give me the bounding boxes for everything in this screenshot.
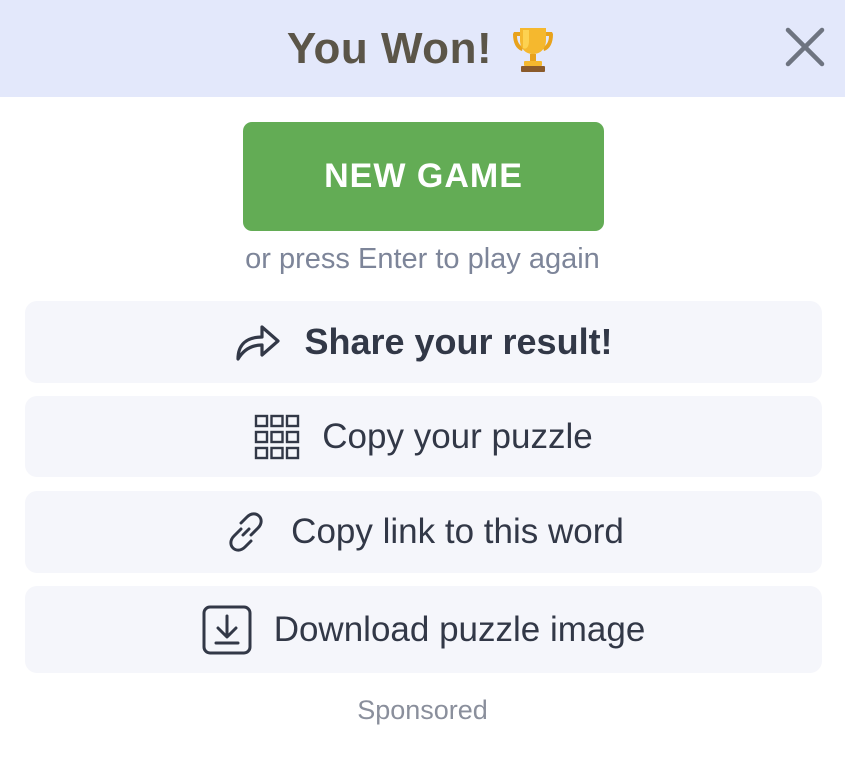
close-icon[interactable] (783, 25, 827, 69)
sponsored-label: Sponsored (357, 695, 488, 725)
copy-link-label: Copy link to this word (291, 512, 624, 551)
win-modal: You Won! NEW GAME or press Enter to play… (0, 0, 845, 770)
new-game-button[interactable]: NEW GAME (243, 122, 604, 231)
modal-header: You Won! (0, 0, 845, 97)
share-arrow-icon (236, 325, 281, 361)
download-image-button[interactable]: Download puzzle image (25, 586, 822, 673)
link-icon (229, 512, 263, 552)
share-result-button[interactable]: Share your result! (25, 301, 822, 383)
download-icon (202, 605, 252, 654)
copy-puzzle-label: Copy your puzzle (322, 416, 593, 456)
modal-title: You Won! (287, 24, 558, 74)
play-again-hint: or press Enter to play again (245, 243, 600, 275)
trophy-icon (513, 27, 554, 72)
copy-puzzle-button[interactable]: Copy your puzzle (25, 396, 822, 477)
copy-link-button[interactable]: Copy link to this word (25, 491, 822, 573)
share-result-label: Share your result! (304, 321, 613, 362)
grid-icon (255, 414, 300, 459)
title-text: You Won! (286, 23, 493, 73)
download-image-label: Download puzzle image (273, 609, 646, 649)
